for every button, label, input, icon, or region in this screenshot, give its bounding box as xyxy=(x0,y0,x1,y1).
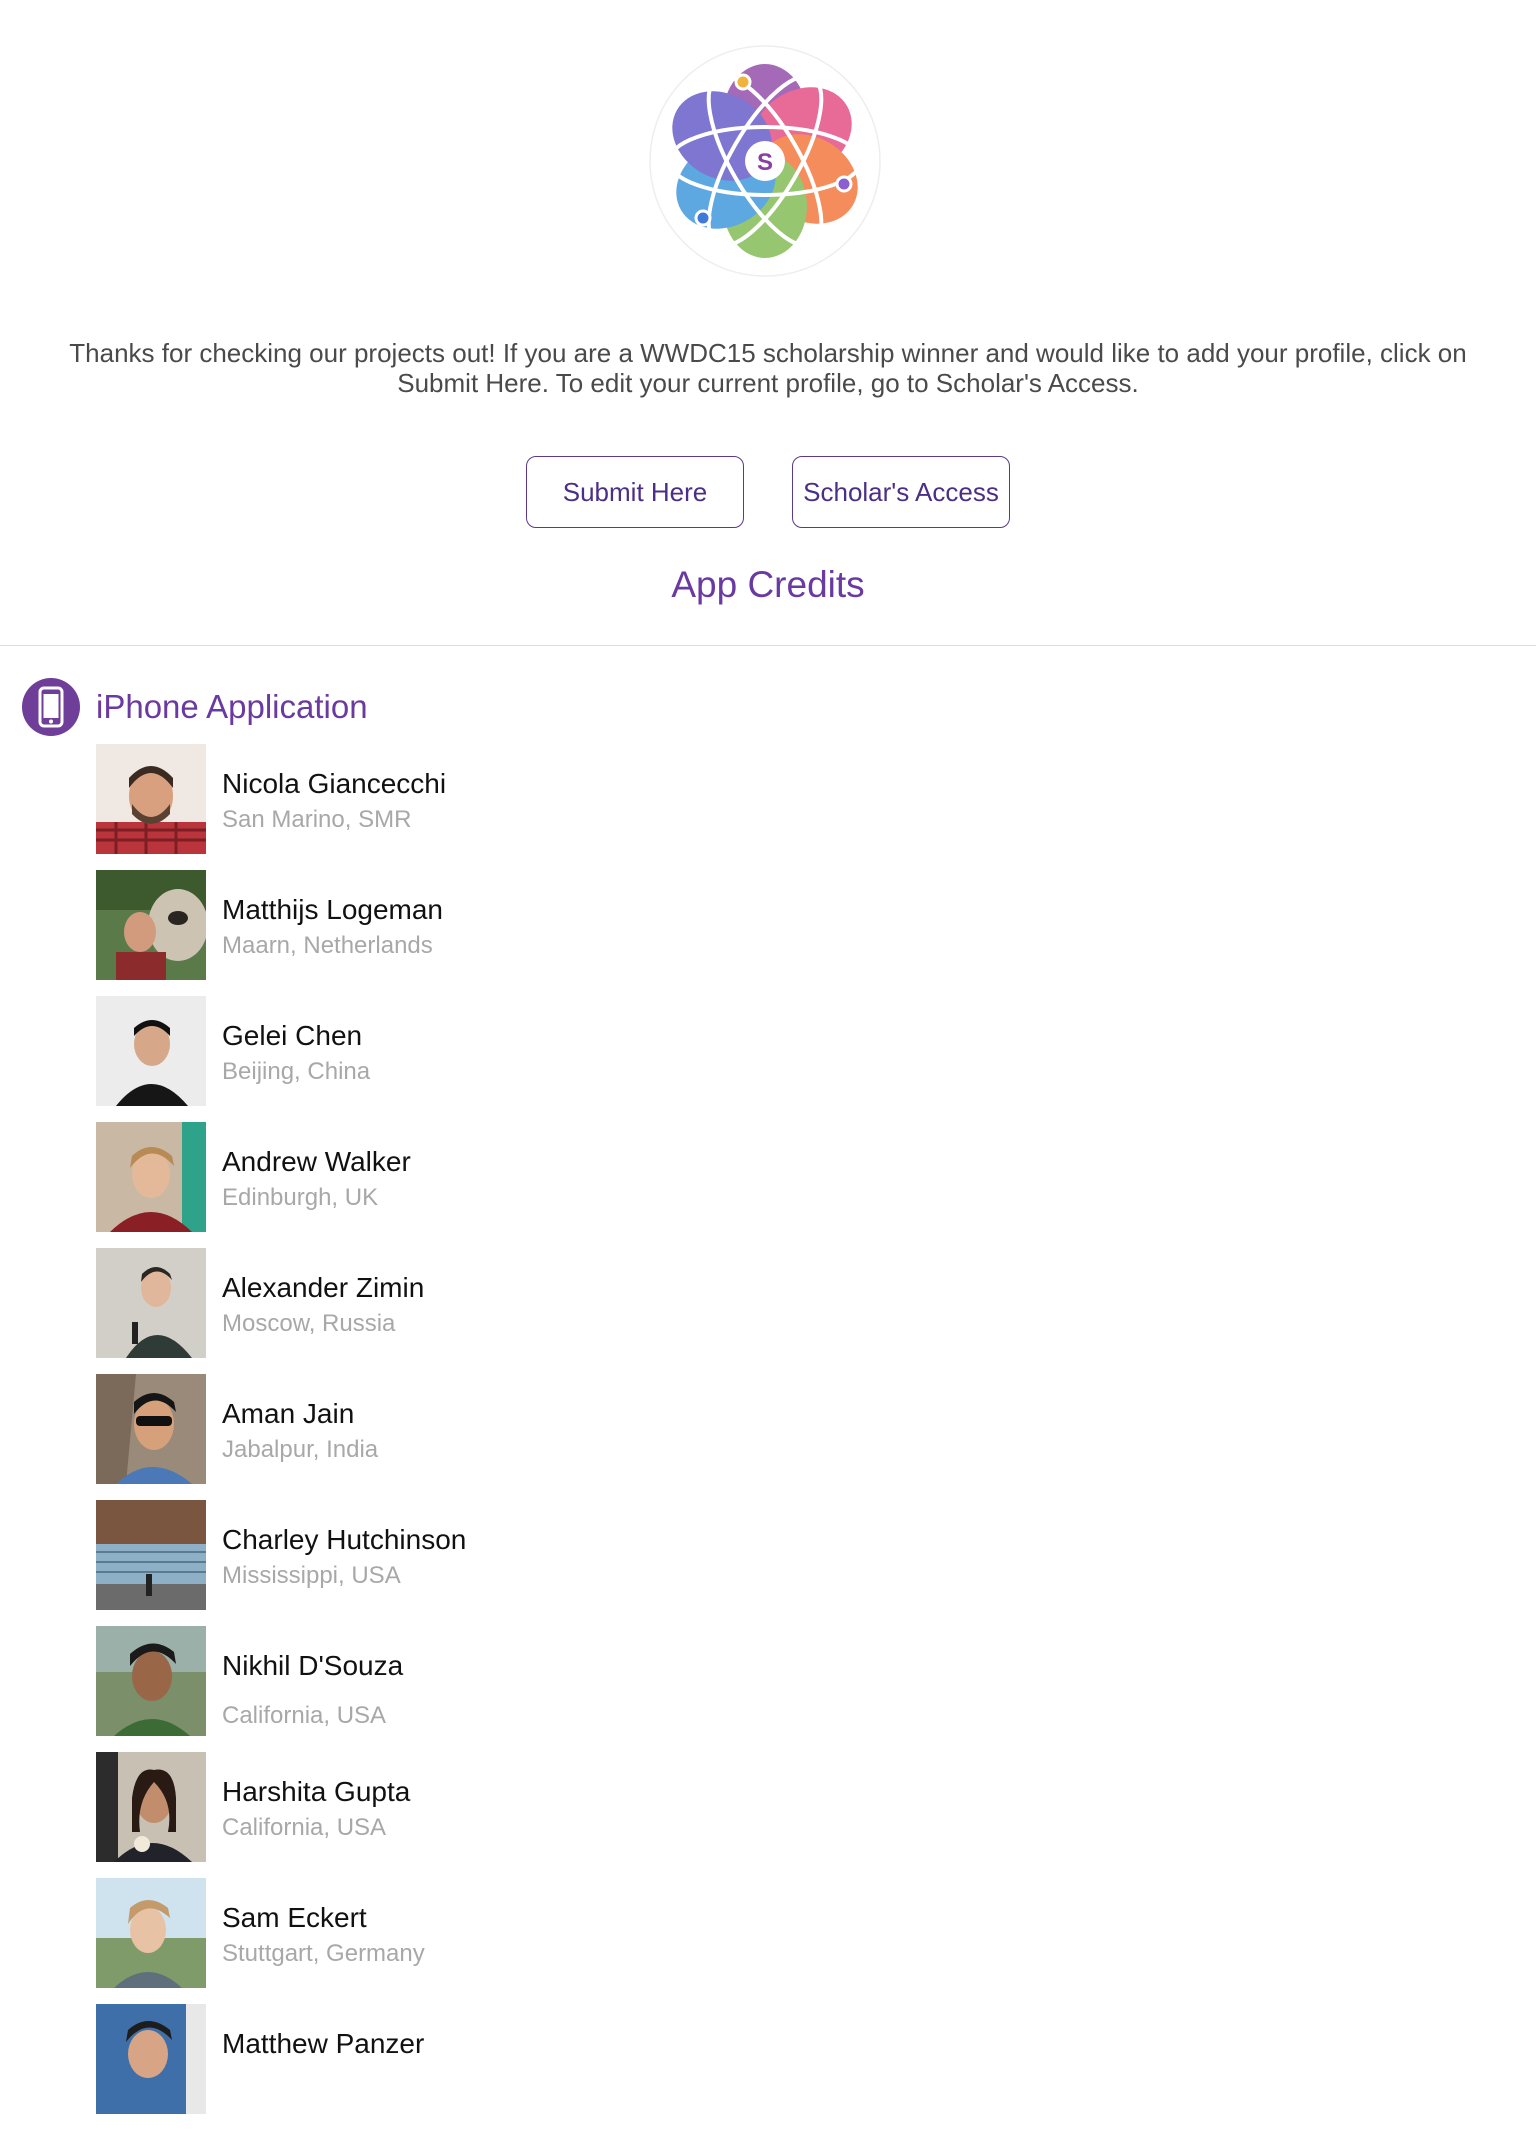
logo-letter: S xyxy=(757,149,773,176)
app-credits-link[interactable]: App Credits xyxy=(0,564,1536,606)
list-item[interactable]: Harshita Gupta California, USA xyxy=(96,1752,1496,1878)
person-name: Gelei Chen xyxy=(222,1020,363,1051)
avatar xyxy=(96,870,206,980)
person-location: Edinburgh, UK xyxy=(222,1184,379,1211)
person-location: Stuttgart, Germany xyxy=(222,1940,425,1967)
person-name: Nikhil D'Souza xyxy=(222,1650,404,1681)
iphone-icon xyxy=(22,678,80,736)
list-item[interactable]: Gelei Chen Beijing, China xyxy=(96,996,1496,1122)
person-name: Charley Hutchinson xyxy=(222,1524,467,1555)
avatar xyxy=(96,1626,206,1736)
list-item[interactable]: Charley Hutchinson Mississippi, USA xyxy=(96,1500,1496,1626)
list-item[interactable]: Matthijs Logeman Maarn, Netherlands xyxy=(96,870,1496,996)
list-item[interactable]: Andrew Walker Edinburgh, UK xyxy=(96,1122,1496,1248)
avatar xyxy=(96,2004,206,2114)
avatar xyxy=(96,1374,206,1484)
person-name: Aman Jain xyxy=(222,1398,355,1429)
list-item[interactable]: Nikhil D'Souza California, USA xyxy=(96,1626,1496,1752)
person-location: Mississippi, USA xyxy=(222,1562,401,1589)
person-location: California, USA xyxy=(222,1702,387,1729)
divider xyxy=(0,645,1536,646)
list-item[interactable]: Aman Jain Jabalpur, India xyxy=(96,1374,1496,1500)
person-location: San Marino, SMR xyxy=(222,806,412,833)
people-list: Nicola Giancecchi San Marino, SMR Matthi… xyxy=(96,744,1496,2130)
person-name: Sam Eckert xyxy=(222,1902,367,1933)
person-location: Moscow, Russia xyxy=(222,1310,396,1337)
person-name: Harshita Gupta xyxy=(222,1776,411,1807)
person-location: Jabalpur, India xyxy=(222,1436,379,1463)
person-location: Beijing, China xyxy=(222,1058,371,1085)
section-title: iPhone Application xyxy=(96,688,368,725)
app-logo: S xyxy=(648,44,882,278)
person-name: Alexander Zimin xyxy=(222,1272,425,1303)
avatar xyxy=(96,996,206,1106)
scholars-access-button[interactable]: Scholar's Access xyxy=(792,456,1010,528)
person-location: California, USA xyxy=(222,1814,387,1841)
submit-here-button[interactable]: Submit Here xyxy=(526,456,744,528)
intro-text: Thanks for checking our projects out! If… xyxy=(69,338,1467,398)
avatar xyxy=(96,1500,206,1610)
person-name: Matthijs Logeman xyxy=(222,894,444,925)
avatar xyxy=(96,1122,206,1232)
person-location: Maarn, Netherlands xyxy=(222,932,433,959)
person-name: Matthew Panzer xyxy=(222,2028,425,2059)
person-name: Andrew Walker xyxy=(222,1146,411,1177)
list-item[interactable]: Alexander Zimin Moscow, Russia xyxy=(96,1248,1496,1374)
section-header: iPhone Application xyxy=(22,678,368,736)
list-item[interactable]: Matthew Panzer xyxy=(96,2004,1496,2130)
list-item[interactable]: Sam Eckert Stuttgart, Germany xyxy=(96,1878,1496,2004)
avatar xyxy=(96,1248,206,1358)
person-name: Nicola Giancecchi xyxy=(222,768,447,799)
avatar xyxy=(96,744,206,854)
list-item[interactable]: Nicola Giancecchi San Marino, SMR xyxy=(96,744,1496,870)
avatar xyxy=(96,1878,206,1988)
avatar xyxy=(96,1752,206,1862)
atom-logo-icon: S xyxy=(649,45,881,277)
